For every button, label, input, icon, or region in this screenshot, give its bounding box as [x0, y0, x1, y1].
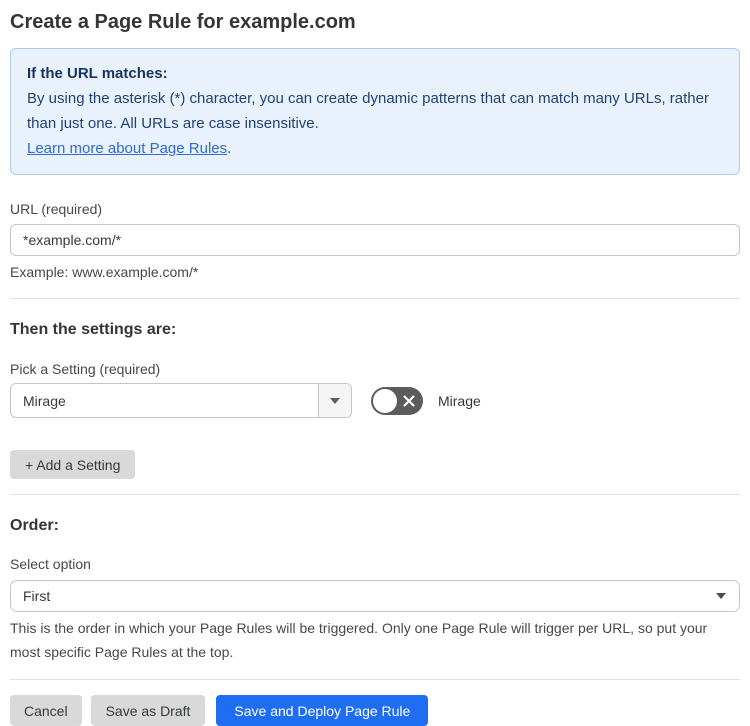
chevron-down-icon: [330, 397, 340, 404]
url-input[interactable]: [10, 224, 740, 256]
divider: [10, 298, 740, 299]
learn-more-link[interactable]: Learn more about Page Rules: [27, 140, 227, 157]
cancel-button[interactable]: Cancel: [10, 695, 82, 726]
setting-select-arrow-button[interactable]: [318, 384, 351, 417]
setting-row: Mirage Mirage: [10, 383, 740, 418]
order-select-value: First: [23, 588, 51, 604]
link-suffix: .: [227, 140, 232, 157]
toggle-label: Mirage: [438, 392, 481, 409]
order-select-arrow: [716, 593, 739, 599]
url-matches-info-box: If the URL matches: By using the asteris…: [10, 48, 740, 175]
page-rule-form: Create a Page Rule for example.com If th…: [0, 9, 750, 726]
save-and-deploy-button[interactable]: Save and Deploy Page Rule: [216, 695, 429, 726]
setting-select[interactable]: Mirage: [10, 383, 352, 418]
toggle-off-x-icon: [403, 395, 415, 406]
toggle-knob: [373, 388, 397, 413]
setting-select-value: Mirage: [23, 392, 66, 409]
setting-picker-label: Pick a Setting (required): [10, 361, 161, 377]
chevron-down-icon: [716, 593, 726, 599]
divider: [10, 679, 740, 680]
form-actions: Cancel Save as Draft Save and Deploy Pag…: [10, 695, 740, 726]
add-setting-button[interactable]: + Add a Setting: [10, 450, 136, 479]
info-box-link-line: Learn more about Page Rules.: [27, 136, 723, 161]
info-box-body: By using the asterisk (*) character, you…: [27, 90, 709, 132]
url-example-text: Example: www.example.com/*: [10, 264, 199, 280]
order-section-heading: Order:: [10, 517, 59, 534]
order-select-label: Select option: [10, 556, 91, 572]
save-as-draft-button[interactable]: Save as Draft: [90, 695, 206, 726]
info-box-heading: If the URL matches:: [27, 65, 168, 82]
page-title: Create a Page Rule for example.com: [10, 11, 356, 33]
order-help-text: This is the order in which your Page Rul…: [10, 620, 708, 660]
settings-section-heading: Then the settings are:: [10, 321, 177, 338]
divider: [10, 494, 740, 495]
url-field-label: URL (required): [10, 201, 103, 217]
mirage-toggle[interactable]: [371, 386, 423, 415]
order-select[interactable]: First: [10, 580, 740, 612]
